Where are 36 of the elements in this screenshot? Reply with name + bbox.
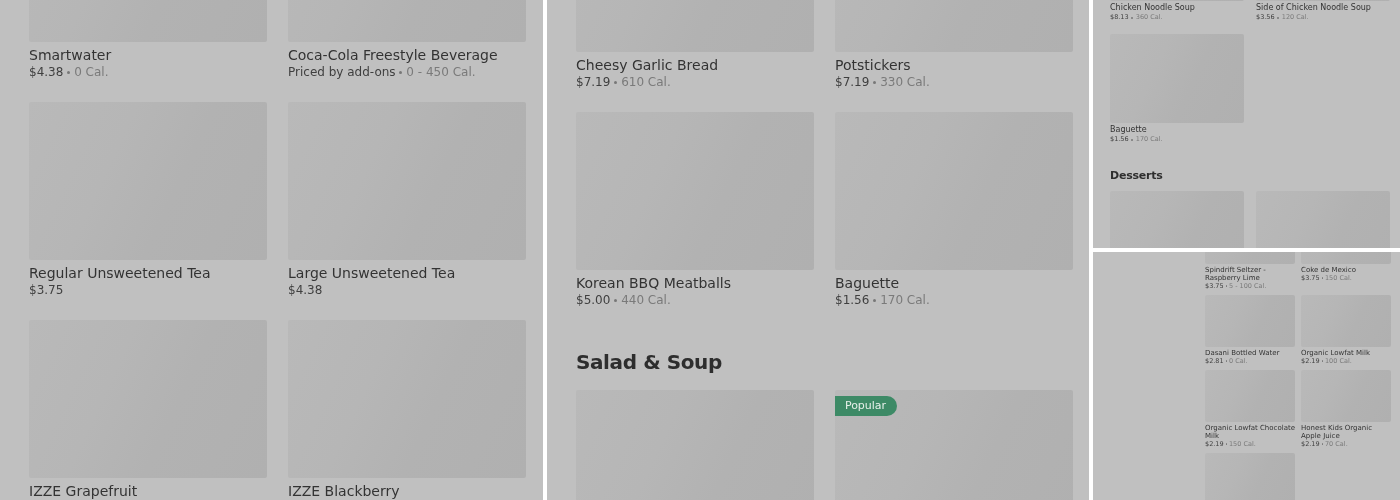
separator-dot — [614, 80, 618, 84]
separator-dot — [67, 70, 71, 74]
item-name[interactable]: Korean BBQ Meatballs — [576, 274, 731, 292]
item-calories: 0 Cal. — [74, 64, 109, 80]
section-heading: Desserts — [1110, 169, 1163, 183]
item-price: $1.56 — [835, 292, 870, 308]
item-price: $5.00 — [576, 292, 611, 308]
item-name[interactable]: Baguette — [1110, 125, 1147, 135]
separator-dot — [399, 70, 403, 74]
item-price: $4.38 — [29, 64, 64, 80]
item-name[interactable]: Cheesy Garlic Bread — [576, 56, 719, 74]
item-name[interactable]: Regular Unsweetened Tea — [29, 264, 211, 282]
item-price: $7.19 — [835, 74, 870, 90]
item-name[interactable]: Coca-Cola Freestyle Beverage — [288, 46, 498, 64]
item-price: $4.38 — [288, 282, 323, 298]
item-calories: 440 Cal. — [621, 292, 671, 308]
section-heading: Salad & Soup — [576, 349, 722, 376]
item-calories: 170 Cal. — [880, 292, 930, 308]
separator-dot — [614, 298, 618, 302]
item-price: $7.19 — [576, 74, 611, 90]
popular-badge: Popular — [835, 396, 898, 416]
item-name[interactable]: Baguette — [835, 274, 900, 292]
item-name[interactable]: Side of Chicken Noodle Soup — [1256, 3, 1371, 13]
item-price: Priced by add-ons — [288, 64, 396, 80]
item-name[interactable]: IZZE Grapefruit — [29, 482, 138, 500]
separator-dot — [873, 80, 877, 84]
item-name[interactable]: Large Unsweetened Tea — [288, 264, 456, 282]
item-name[interactable]: Chicken Noodle Soup — [1110, 3, 1195, 13]
item-calories: 610 Cal. — [621, 74, 671, 90]
item-name[interactable]: IZZE Blackberry — [288, 482, 400, 500]
item-calories: 0 - 450 Cal. — [406, 64, 476, 80]
item-name[interactable]: Potstickers — [835, 56, 911, 74]
item-calories: 330 Cal. — [880, 74, 930, 90]
separator-dot — [873, 298, 877, 302]
item-price: $3.75 — [29, 282, 64, 298]
item-name[interactable]: Smartwater — [29, 46, 112, 64]
